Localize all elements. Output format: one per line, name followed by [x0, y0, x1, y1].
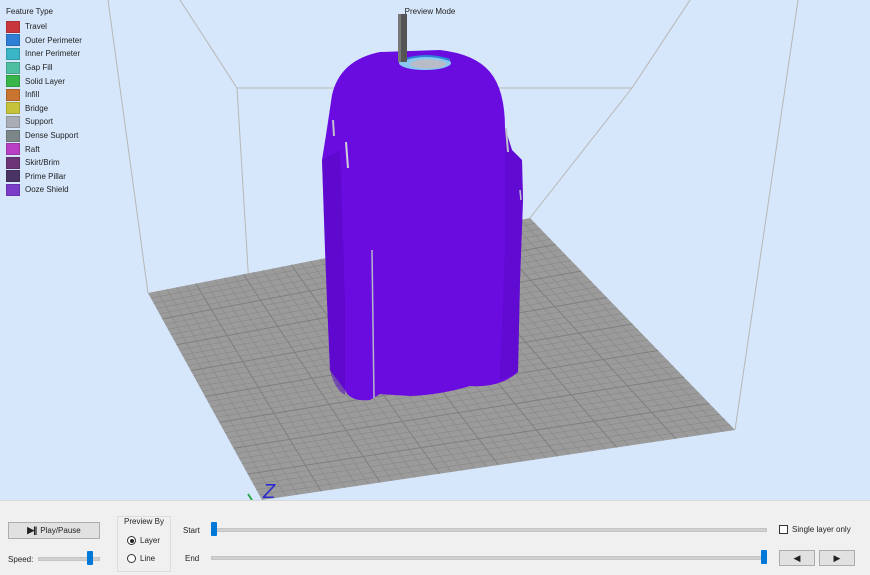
legend-swatch — [6, 47, 20, 60]
legend-label: Bridge — [25, 103, 49, 113]
build-volume-scene: Z — [107, 0, 799, 500]
single-layer-only-toggle[interactable]: Single layer only — [779, 525, 851, 534]
legend-label: Support — [25, 117, 54, 127]
preview-controls-panel: ▶|| Play/Pause Speed: Preview By Layer L… — [0, 500, 870, 575]
play-pause-label: Play/Pause — [40, 526, 81, 535]
end-slider-thumb[interactable] — [761, 550, 767, 564]
legend-label: Outer Perimeter — [25, 35, 82, 45]
end-slider-track — [211, 556, 767, 560]
speed-label: Speed: — [8, 555, 34, 564]
preview-by-line-option[interactable]: Line — [127, 554, 155, 563]
previous-layer-button[interactable]: ◀ — [779, 550, 815, 566]
legend-label: Solid Layer — [25, 76, 66, 86]
legend-item: Ooze Shield — [6, 183, 82, 197]
z-axis-label: Z — [262, 481, 276, 500]
preview-mode-label: Preview Mode — [404, 7, 456, 16]
legend-item: Inner Perimeter — [6, 47, 82, 61]
legend-swatch — [6, 34, 20, 47]
end-layer-slider[interactable] — [211, 550, 767, 564]
legend-item: Solid Layer — [6, 74, 82, 88]
legend-item: Support — [6, 115, 82, 129]
speed-slider-thumb[interactable] — [87, 551, 94, 565]
single-layer-label: Single layer only — [792, 525, 851, 534]
legend-swatch — [6, 183, 20, 196]
legend-item: Skirt/Brim — [6, 156, 82, 170]
sliced-model-preview — [322, 14, 523, 401]
legend-swatch — [6, 143, 20, 156]
legend-item: Bridge — [6, 102, 82, 116]
preview-by-layer-option[interactable]: Layer — [127, 536, 160, 545]
start-layer-slider[interactable] — [211, 522, 767, 536]
single-layer-checkbox[interactable] — [779, 525, 788, 534]
legend-label: Infill — [25, 90, 40, 100]
legend-item: Travel — [6, 20, 82, 34]
legend-swatch — [6, 75, 20, 88]
legend-label: Inner Perimeter — [25, 49, 81, 59]
legend-swatch — [6, 170, 20, 183]
line-radio[interactable] — [127, 554, 136, 563]
play-pause-button[interactable]: ▶|| Play/Pause — [8, 522, 100, 539]
layer-radio[interactable] — [127, 536, 136, 545]
preview-by-title: Preview By — [123, 517, 166, 526]
legend-label: Ooze Shield — [25, 185, 69, 195]
legend-title: Feature Type — [6, 7, 53, 16]
legend-label: Travel — [25, 22, 47, 32]
legend-label: Gap Fill — [25, 63, 53, 73]
3d-preview-viewport[interactable]: Z Preview Mode Feature Type Travel Outer … — [0, 0, 870, 500]
legend-swatch — [6, 61, 20, 74]
legend-swatch — [6, 88, 20, 101]
start-slider-thumb[interactable] — [211, 522, 217, 536]
start-slider-track — [211, 528, 767, 532]
legend-item: Raft — [6, 142, 82, 156]
end-label: End — [185, 554, 200, 563]
legend-item: Dense Support — [6, 129, 82, 143]
layer-radio-label: Layer — [140, 536, 161, 545]
legend-label: Prime Pillar — [25, 171, 66, 181]
legend-item: Infill — [6, 88, 82, 102]
legend-swatch — [6, 102, 20, 115]
line-radio-label: Line — [140, 554, 156, 563]
legend-items: Travel Outer Perimeter Inner Perimeter Gap … — [6, 20, 82, 197]
legend-item: Outer Perimeter — [6, 34, 82, 48]
feature-type-legend: Feature Type Travel Outer Perimeter Inner … — [6, 7, 82, 197]
legend-label: Skirt/Brim — [25, 158, 60, 168]
start-label: Start — [183, 526, 200, 535]
speed-slider[interactable] — [38, 551, 100, 565]
left-arrow-icon: ◀ — [793, 552, 801, 563]
legend-swatch — [6, 20, 20, 33]
legend-item: Prime Pillar — [6, 170, 82, 184]
play-pause-icon: ▶|| — [27, 525, 37, 535]
legend-item: Gap Fill — [6, 61, 82, 75]
legend-swatch — [6, 156, 20, 169]
right-arrow-icon: ▶ — [833, 552, 841, 563]
legend-swatch — [6, 129, 20, 142]
legend-swatch — [6, 115, 20, 128]
legend-label: Dense Support — [25, 131, 79, 141]
legend-label: Raft — [25, 144, 40, 154]
next-layer-button[interactable]: ▶ — [819, 550, 855, 566]
